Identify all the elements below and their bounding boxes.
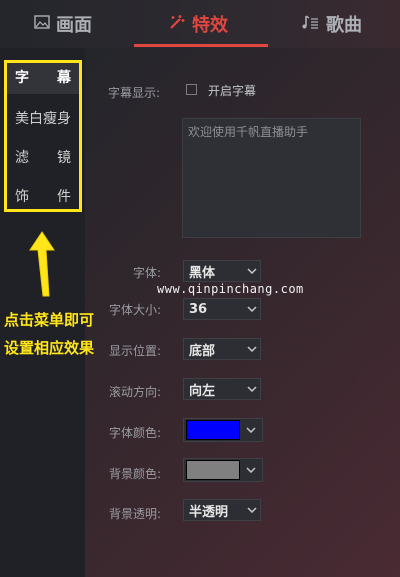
font-label: 字体: xyxy=(133,266,162,280)
background-opacity-value: 半透明 xyxy=(189,504,229,520)
chevron-down-icon xyxy=(244,507,260,513)
enable-subtitle-label[interactable]: 开启字幕 xyxy=(208,82,256,99)
annotation-text-line2: 设置相应效果 xyxy=(4,339,95,357)
background-opacity-label: 背景透明: xyxy=(109,507,162,521)
font-value: 黑体 xyxy=(189,265,216,281)
tab-effects[interactable]: 特效 xyxy=(168,0,228,48)
scroll-direction-select[interactable]: 向左 xyxy=(183,378,261,400)
tab-label: 画面 xyxy=(56,15,92,36)
enable-subtitle-checkbox[interactable] xyxy=(186,84,197,95)
chevron-down-icon xyxy=(240,427,262,433)
background-opacity-select[interactable]: 半透明 xyxy=(183,499,261,521)
font-select[interactable]: 黑体 xyxy=(183,260,261,282)
magic-wand-icon xyxy=(168,13,186,36)
top-tab-bar: 画面 特效 歌曲 xyxy=(0,0,400,48)
chevron-down-icon xyxy=(240,467,262,473)
chevron-down-icon xyxy=(244,268,260,274)
font-color-swatch xyxy=(186,420,240,440)
font-size-select[interactable]: 36 xyxy=(183,298,261,320)
font-size-label: 字体大小: xyxy=(109,303,162,317)
scroll-direction-value: 向左 xyxy=(189,383,216,399)
background-color-swatch xyxy=(186,460,240,480)
display-position-label: 显示位置: xyxy=(109,344,162,358)
image-icon xyxy=(34,14,50,35)
chevron-down-icon xyxy=(244,386,260,392)
font-color-picker[interactable] xyxy=(183,418,263,442)
annotation-arrow-icon xyxy=(22,228,66,304)
chevron-down-icon xyxy=(244,346,260,352)
display-position-value: 底部 xyxy=(189,343,216,359)
annotation-text-line1: 点击菜单即可 xyxy=(4,311,95,329)
font-color-label: 字体颜色: xyxy=(109,426,162,440)
active-tab-indicator xyxy=(134,44,268,47)
chevron-down-icon xyxy=(244,306,260,312)
display-position-select[interactable]: 底部 xyxy=(183,338,261,360)
menu-highlight-box xyxy=(4,60,82,212)
background-color-label: 背景颜色: xyxy=(109,467,162,481)
tab-picture[interactable]: 画面 xyxy=(34,0,92,48)
tab-label: 特效 xyxy=(192,15,228,36)
subtitle-display-label: 字幕显示: xyxy=(108,86,161,100)
tab-label: 歌曲 xyxy=(326,15,362,36)
font-size-value: 36 xyxy=(189,301,208,317)
background-color-picker[interactable] xyxy=(183,458,263,482)
scroll-direction-label: 滚动方向: xyxy=(109,385,162,399)
tab-songs[interactable]: 歌曲 xyxy=(302,0,362,48)
subtitle-text: 欢迎使用千帆直播助手 xyxy=(188,125,309,139)
subtitle-text-area[interactable]: 欢迎使用千帆直播助手 xyxy=(182,118,361,238)
music-list-icon xyxy=(302,13,320,36)
watermark-text: www.qinpinchang.com xyxy=(157,282,304,296)
